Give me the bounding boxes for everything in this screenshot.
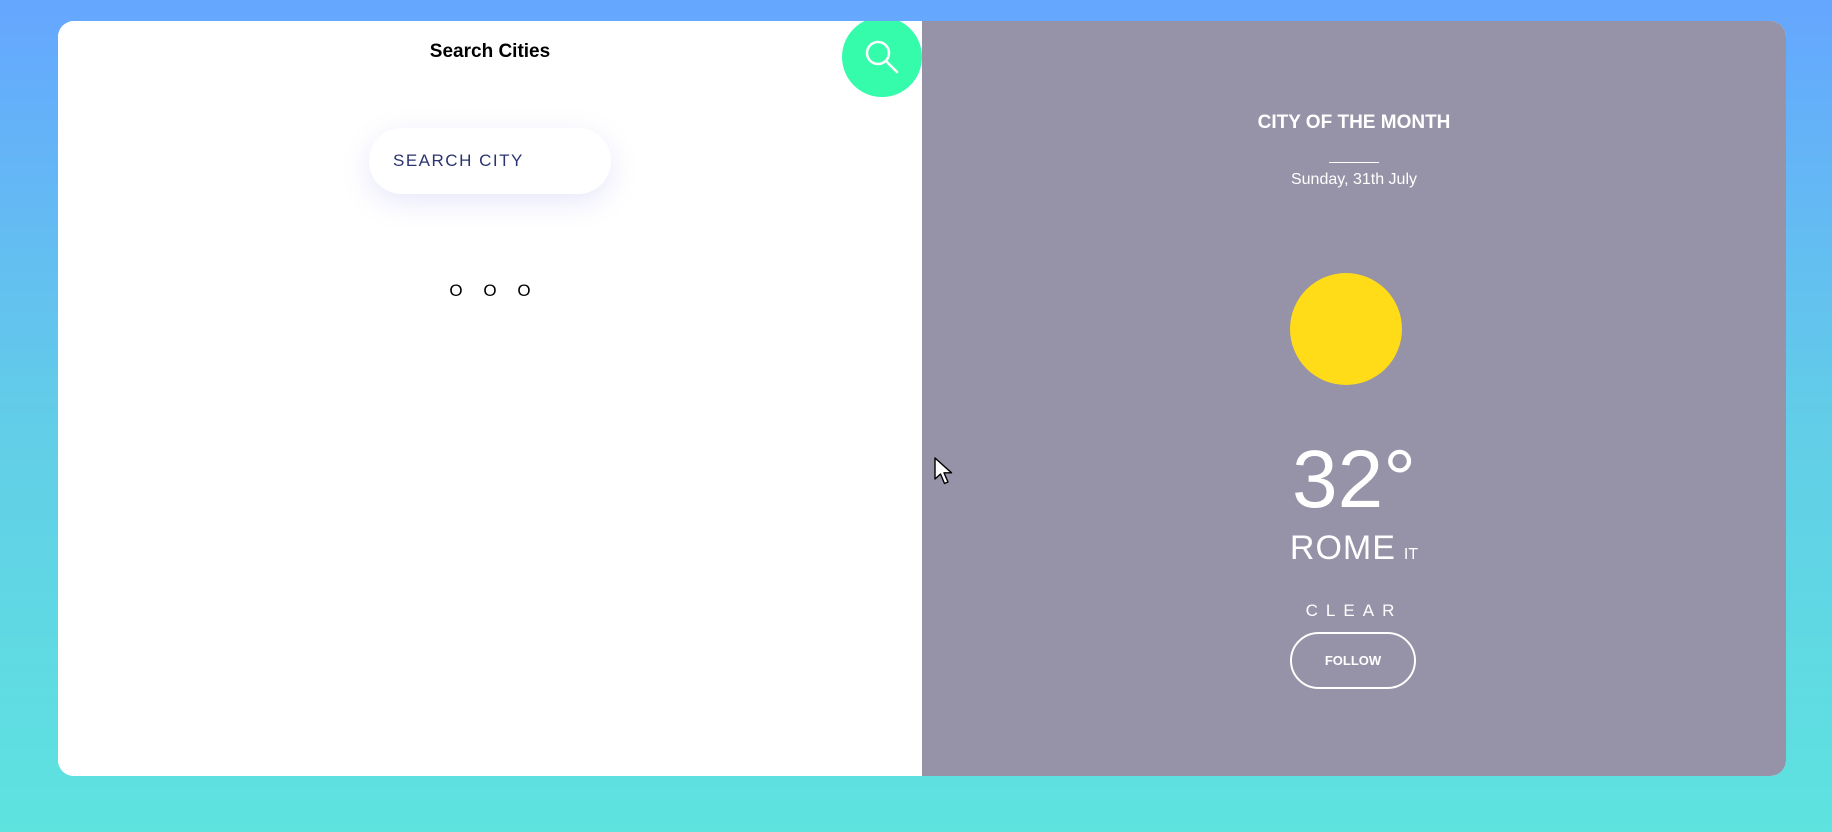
- follow-button[interactable]: FOLLOW: [1290, 632, 1416, 689]
- mouse-cursor-icon: [934, 457, 953, 485]
- heading-divider: [1329, 162, 1379, 163]
- sun-icon: [1290, 273, 1402, 385]
- loading-dot: O: [483, 281, 497, 300]
- city-panel-heading: CITY OF THE MONTH: [1257, 112, 1451, 133]
- search-input-container[interactable]: [369, 128, 611, 194]
- country-code: IT: [1403, 546, 1419, 563]
- city-location: ROME IT: [922, 531, 1786, 565]
- city-of-the-month-panel: CITY OF THE MONTH Sunday, 31th July 32° …: [922, 21, 1786, 776]
- weather-condition: CLEAR: [1305, 601, 1403, 620]
- loading-indicator: O O O: [58, 281, 922, 301]
- city-name: ROME: [1289, 529, 1396, 567]
- loading-dot: O: [517, 281, 531, 300]
- loading-dot: O: [449, 281, 463, 300]
- search-panel-title: Search Cities: [429, 41, 551, 62]
- search-icon: [865, 40, 899, 74]
- temperature-value: 32°: [1291, 434, 1416, 525]
- search-button[interactable]: [842, 21, 922, 97]
- search-input[interactable]: [369, 128, 593, 194]
- city-date: Sunday, 31th July: [1290, 171, 1417, 188]
- search-panel: Search Cities O O O: [58, 21, 922, 776]
- weather-app-card: Search Cities O O O CITY OF THE MONTH Su…: [58, 21, 1786, 776]
